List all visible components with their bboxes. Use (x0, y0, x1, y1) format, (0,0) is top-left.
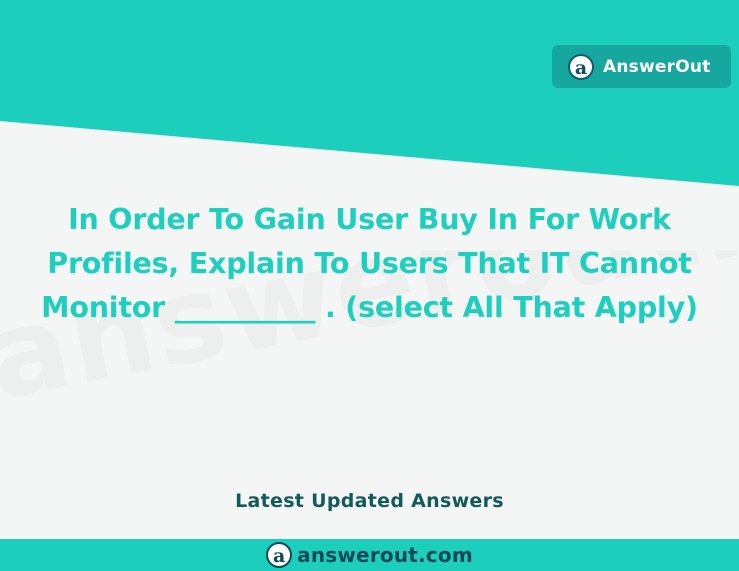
question-card: answerout.com a AnswerOut In Order To Ga… (0, 0, 739, 571)
latest-answers-label: Latest Updated Answers (235, 490, 504, 512)
footer-bar[interactable]: a answerout.com (0, 539, 739, 571)
badge-label: AnswerOut (603, 56, 711, 77)
footer-domain: answerout.com (297, 543, 473, 567)
answerout-logo-icon: a (266, 542, 293, 568)
answerout-badge[interactable]: a AnswerOut (552, 45, 731, 88)
question-title: In Order To Gain User Buy In For Work Pr… (41, 203, 698, 324)
answerout-logo-icon: a (568, 53, 594, 80)
top-banner-polygon (0, 0, 739, 186)
